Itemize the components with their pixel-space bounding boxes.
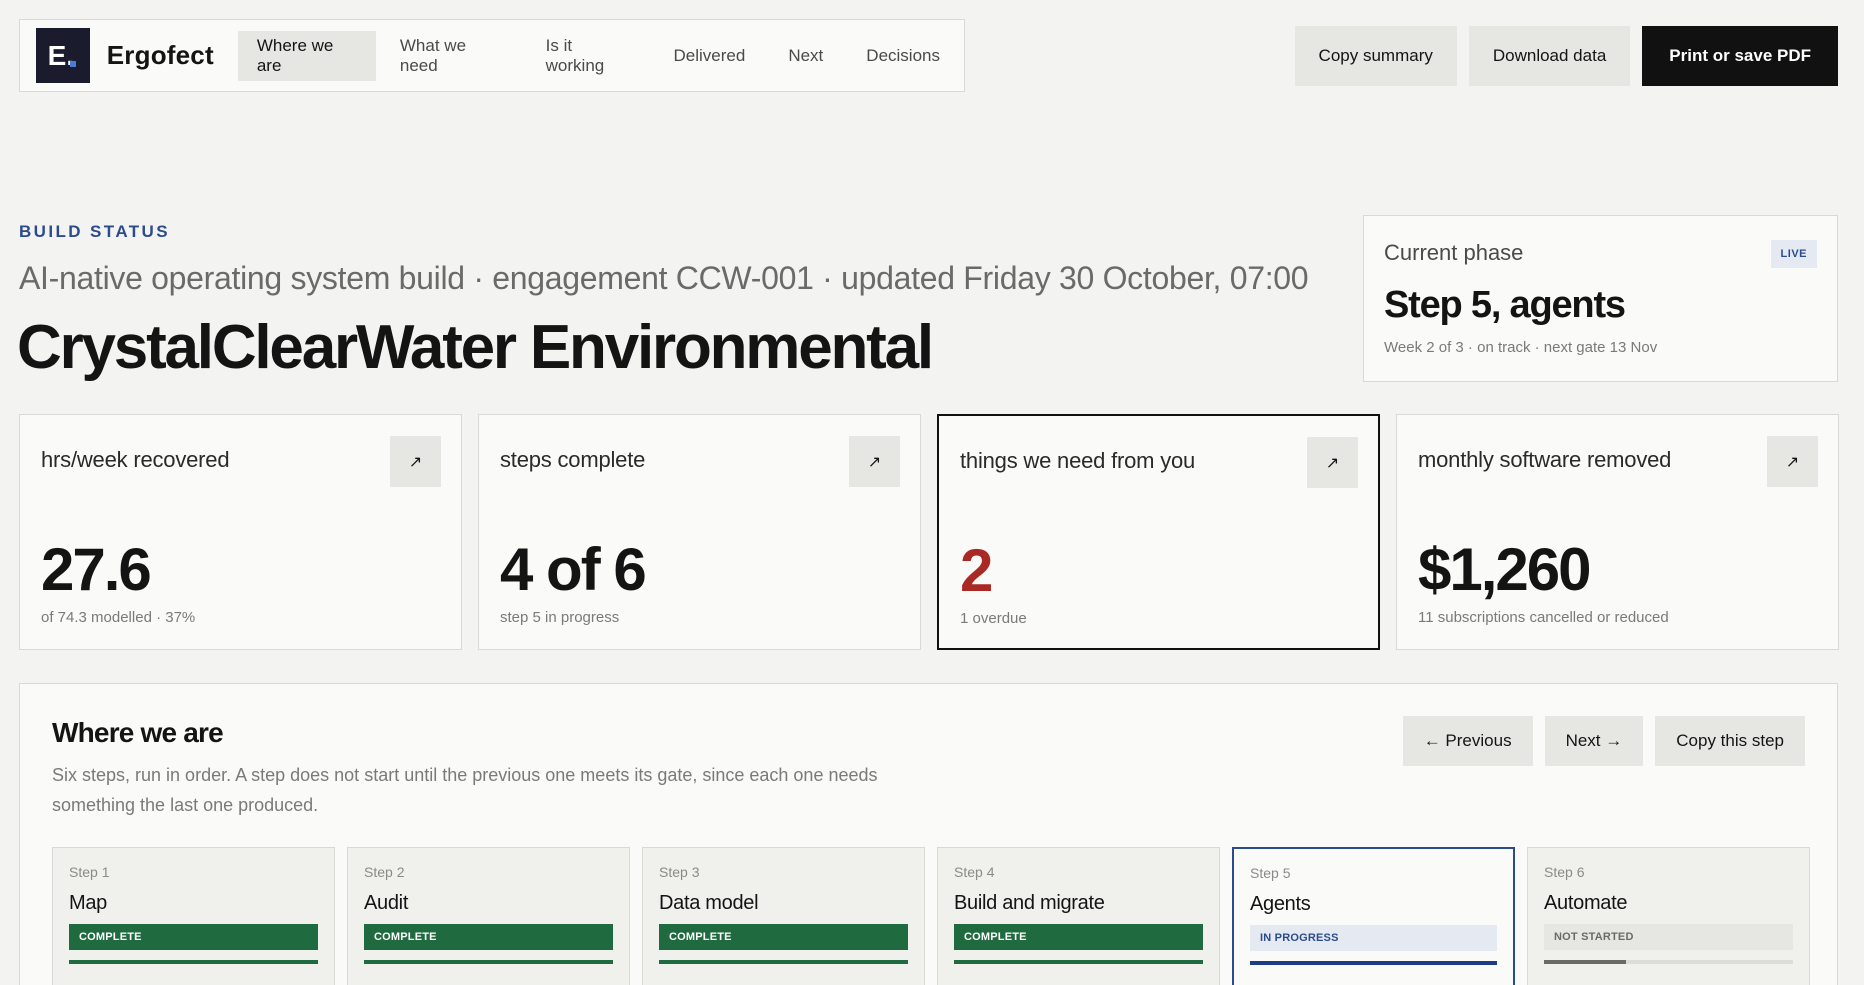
step-number: Step 1 xyxy=(69,864,110,880)
step-progress-bar xyxy=(1544,960,1793,964)
panel-actions: ← Previous Next → Copy this step xyxy=(1402,716,1805,766)
step-number: Step 5 xyxy=(1250,865,1291,881)
step-number: Step 3 xyxy=(659,864,700,880)
previous-button[interactable]: ← Previous xyxy=(1402,716,1533,766)
nav-delivered[interactable]: Delivered xyxy=(655,31,765,81)
step-card[interactable]: Step 4 Build and migrate COMPLETE xyxy=(937,847,1220,985)
expand-arrow-icon[interactable]: ↗ xyxy=(849,436,900,487)
stat-note: 1 overdue xyxy=(960,610,1027,627)
status-badge: IN PROGRESS xyxy=(1250,925,1497,951)
step-card[interactable]: Step 1 Map COMPLETE xyxy=(52,847,335,985)
step-card-current[interactable]: Step 5 Agents IN PROGRESS xyxy=(1232,847,1515,985)
nav-is-it-working[interactable]: Is it working xyxy=(527,31,650,81)
stat-label: steps complete xyxy=(500,447,646,472)
expand-arrow-icon[interactable]: ↗ xyxy=(1767,436,1818,487)
nav-what-we-need[interactable]: What we need xyxy=(381,31,522,81)
step-progress-bar xyxy=(69,960,318,964)
step-name: Agents xyxy=(1250,893,1311,915)
download-data-button[interactable]: Download data xyxy=(1468,26,1631,86)
panel-title: Where we are xyxy=(52,717,224,748)
step-progress-fill xyxy=(69,960,318,964)
stat-card-software: monthly software removed ↗ $1,260 11 sub… xyxy=(1396,414,1839,650)
step-progress-fill xyxy=(659,960,908,964)
stat-note: of 74.3 modelled · 37% xyxy=(41,609,196,626)
step-progress-bar xyxy=(954,960,1203,964)
step-card[interactable]: Step 3 Data model COMPLETE xyxy=(642,847,925,985)
status-badge: COMPLETE xyxy=(364,924,613,950)
nav-links: Where we are What we need Is it working … xyxy=(237,30,964,81)
brand-logo[interactable]: E. xyxy=(36,28,90,83)
step-progress-bar xyxy=(1250,961,1497,965)
step-number: Step 4 xyxy=(954,864,995,880)
brand-name: Ergofect xyxy=(106,40,214,70)
top-navigation: E. Ergofect Where we are What we need Is… xyxy=(19,19,965,92)
nav-next[interactable]: Next xyxy=(769,31,842,81)
step-name: Audit xyxy=(364,892,409,914)
step-number: Step 6 xyxy=(1544,864,1585,880)
step-progress-bar xyxy=(659,960,908,964)
stat-label: monthly software removed xyxy=(1418,447,1672,472)
stat-label: hrs/week recovered xyxy=(41,447,230,472)
copy-summary-button[interactable]: Copy summary xyxy=(1294,26,1457,86)
logo-dot-icon xyxy=(69,61,76,67)
expand-arrow-icon[interactable]: ↗ xyxy=(390,436,441,487)
nav-where-we-are[interactable]: Where we are xyxy=(237,30,376,81)
stat-cards: hrs/week recovered ↗ 27.6 of 74.3 modell… xyxy=(19,414,1839,650)
stat-value: 4 of 6 xyxy=(500,536,647,603)
section-eyebrow: BUILD STATUS xyxy=(19,222,170,241)
step-card[interactable]: Step 6 Automate NOT STARTED xyxy=(1527,847,1810,985)
step-name: Map xyxy=(69,892,108,914)
copy-step-button[interactable]: Copy this step xyxy=(1655,716,1805,766)
status-badge: COMPLETE xyxy=(954,924,1203,950)
step-name: Data model xyxy=(659,892,759,914)
stat-value: $1,260 xyxy=(1418,536,1592,603)
live-badge: LIVE xyxy=(1770,240,1817,268)
stat-note: step 5 in progress xyxy=(500,609,620,626)
stat-label: things we need from you xyxy=(960,448,1196,473)
stat-card-needs: things we need from you ↗ 2 1 overdue xyxy=(937,414,1380,650)
step-progress-fill xyxy=(1544,960,1627,964)
phase-value: Step 5, agents xyxy=(1384,284,1626,326)
next-button[interactable]: Next → xyxy=(1544,716,1644,766)
phase-label: Current phase xyxy=(1384,240,1524,265)
phase-note: Week 2 of 3 · on track · next gate 13 No… xyxy=(1384,339,1658,356)
status-badge: NOT STARTED xyxy=(1544,924,1793,950)
status-badge: COMPLETE xyxy=(659,924,908,950)
step-progress-bar xyxy=(364,960,613,964)
stat-card-steps: steps complete ↗ 4 of 6 step 5 in progre… xyxy=(478,414,921,650)
top-actions: Copy summary Download data Print or save… xyxy=(1294,26,1838,86)
stat-card-hours: hrs/week recovered ↗ 27.6 of 74.3 modell… xyxy=(19,414,462,650)
step-list: Step 1 Map COMPLETE Step 2 Audit COMPLET… xyxy=(52,847,1810,985)
stat-value: 27.6 xyxy=(41,536,152,603)
where-we-are-panel: Where we are Six steps, run in order. A … xyxy=(19,683,1838,985)
step-progress-fill xyxy=(1250,961,1497,965)
stat-value: 2 xyxy=(960,537,993,604)
current-phase-card: Current phase LIVE Step 5, agents Week 2… xyxy=(1363,215,1838,382)
stat-note: 11 subscriptions cancelled or reduced xyxy=(1418,609,1669,626)
step-progress-fill xyxy=(954,960,1203,964)
step-name: Automate xyxy=(1544,892,1628,914)
print-pdf-button[interactable]: Print or save PDF xyxy=(1642,26,1838,86)
page-title: CrystalClearWater Environmental xyxy=(17,313,934,382)
step-name: Build and migrate xyxy=(954,892,1105,914)
engagement-subtitle: AI-native operating system build · engag… xyxy=(19,260,1309,296)
status-badge: COMPLETE xyxy=(69,924,318,950)
expand-arrow-icon[interactable]: ↗ xyxy=(1307,437,1358,488)
nav-decisions[interactable]: Decisions xyxy=(847,31,959,81)
step-progress-fill xyxy=(364,960,613,964)
step-card[interactable]: Step 2 Audit COMPLETE xyxy=(347,847,630,985)
step-number: Step 2 xyxy=(364,864,405,880)
panel-description: Six steps, run in order. A step does not… xyxy=(52,765,878,815)
